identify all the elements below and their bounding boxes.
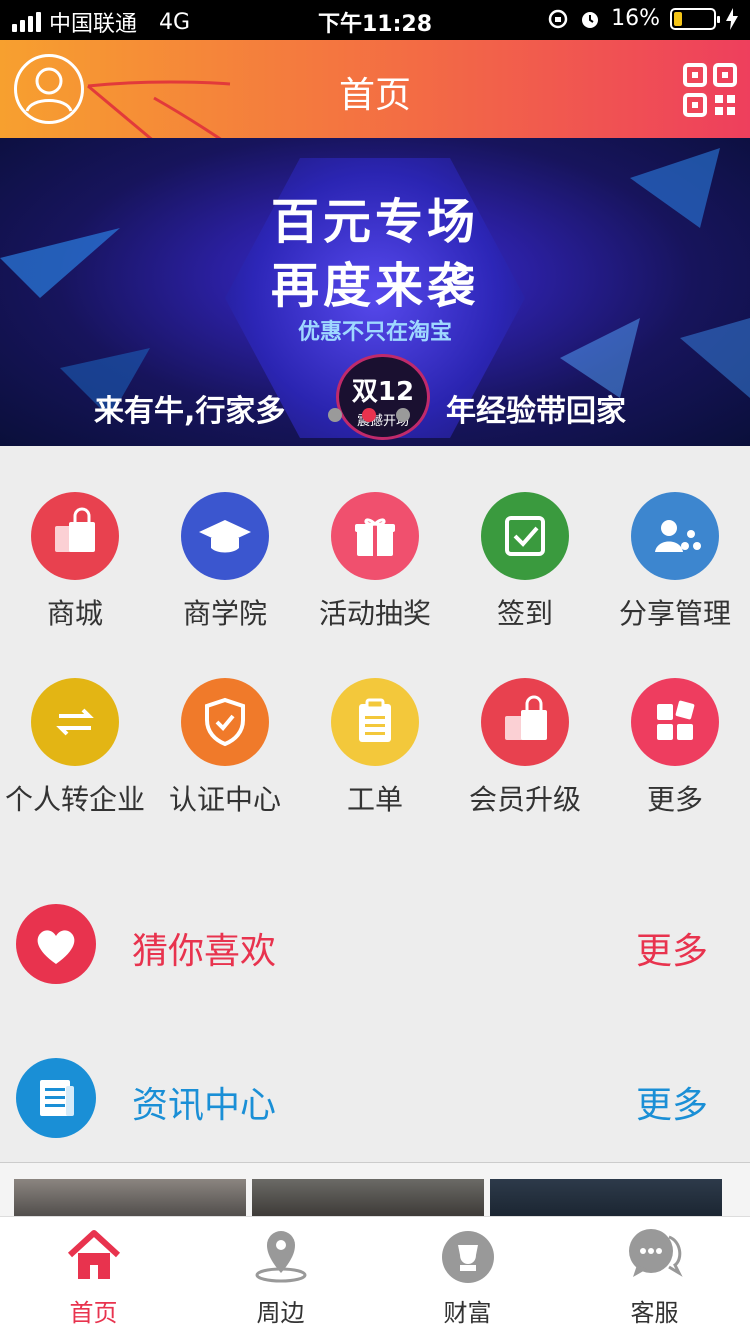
- transfer-arrows-icon: [31, 678, 119, 766]
- grid-label: 会员升级: [468, 783, 581, 816]
- grid-item-personal-to-enterprise[interactable]: 个人转企业: [0, 678, 150, 818]
- news-thumbnail[interactable]: [14, 1179, 246, 1219]
- alarm-icon: [582, 11, 599, 28]
- wealth-icon: [438, 1225, 498, 1285]
- grid-label: 个人转企业: [4, 783, 145, 816]
- section-title: 资讯中心: [132, 1085, 277, 1126]
- gift-icon: [331, 492, 419, 580]
- news-icon: [16, 1058, 96, 1138]
- carousel-dot-2[interactable]: [362, 408, 376, 422]
- checkbox-icon: [481, 492, 569, 580]
- news-thumbnail[interactable]: [252, 1179, 484, 1219]
- rotation-lock-icon: [548, 9, 568, 28]
- section-guess-you-like: 猜你喜欢 更多: [0, 876, 750, 1016]
- promo-banner[interactable]: 百元专场 再度来袭 优惠不只在淘宝 来有牛,行家多 双12 震撼开场 年经验带回…: [0, 138, 750, 446]
- shield-check-icon: [181, 678, 269, 766]
- grid-label: 商学院: [182, 597, 267, 630]
- grid-label: 分享管理: [618, 597, 731, 630]
- banner-line3: 优惠不只在淘宝: [297, 320, 452, 345]
- grid-label: 更多: [646, 783, 703, 816]
- tab-label: 首页: [69, 1299, 118, 1327]
- carousel-dot-3[interactable]: [396, 408, 410, 422]
- tab-wealth[interactable]: 财富: [374, 1217, 561, 1334]
- banner-line1: 百元专场: [270, 194, 479, 250]
- charging-icon: [726, 7, 738, 30]
- tab-home[interactable]: 首页: [0, 1217, 187, 1334]
- home-icon: [64, 1225, 124, 1285]
- grid-label: 商城: [46, 597, 103, 630]
- grid-item-lottery[interactable]: 活动抽奖: [300, 492, 450, 632]
- news-thumbnail[interactable]: [490, 1179, 722, 1219]
- carousel-dot-1[interactable]: [328, 408, 342, 422]
- location-pin-icon: [251, 1225, 311, 1285]
- banner-slogan-left: 来有牛,行家多: [94, 394, 286, 429]
- battery-icon: [670, 7, 720, 30]
- grid-label: 工单: [346, 783, 403, 816]
- badge-title: 双12: [351, 377, 415, 407]
- tab-customer-service[interactable]: 客服: [561, 1217, 748, 1334]
- section-news-center: 资讯中心 更多: [0, 1030, 750, 1170]
- qr-code-icon[interactable]: [682, 62, 738, 118]
- grid-item-certification[interactable]: 认证中心: [150, 678, 300, 818]
- grid-item-member-upgrade[interactable]: 会员升级: [450, 678, 600, 818]
- header-bar: 首页: [0, 40, 750, 234]
- shopping-bag-icon: [31, 492, 119, 580]
- tab-label: 周边: [256, 1299, 305, 1327]
- section-more-link[interactable]: 更多: [636, 922, 708, 974]
- chat-bubble-icon: [625, 1225, 685, 1285]
- badge-subtitle: 震撼开场: [356, 414, 409, 429]
- grid-more-icon: [631, 678, 719, 766]
- banner-line2: 再度来袭: [270, 258, 479, 314]
- grid-item-work-order[interactable]: 工单: [300, 678, 450, 818]
- grid-label: 认证中心: [168, 783, 281, 816]
- clipboard-icon: [331, 678, 419, 766]
- grid-item-share-manage[interactable]: 分享管理: [600, 492, 750, 632]
- grid-item-more[interactable]: 更多: [600, 678, 750, 818]
- grid-item-academy[interactable]: 商学院: [150, 492, 300, 632]
- bottom-tab-bar: 首页 周边 财富 客服: [0, 1216, 750, 1334]
- graduation-cap-icon: [181, 492, 269, 580]
- shopping-bags-icon: [481, 678, 569, 766]
- tab-label: 财富: [443, 1299, 492, 1327]
- section-title: 猜你喜欢: [132, 931, 277, 972]
- tab-nearby[interactable]: 周边: [187, 1217, 374, 1334]
- status-bar: 中国联通 4G 下午11:28 16%: [0, 0, 750, 40]
- heart-icon: [16, 904, 96, 984]
- grid-item-mall[interactable]: 商城: [0, 492, 150, 632]
- tab-label: 客服: [630, 1299, 679, 1327]
- status-right: 16%: [547, 6, 738, 31]
- share-user-icon: [631, 492, 719, 580]
- news-thumbnails: [0, 1162, 750, 1219]
- grid-label: 签到: [496, 597, 553, 630]
- battery-percent: 16%: [611, 6, 660, 31]
- banner-slogan-right: 年经验带回家: [446, 394, 626, 429]
- grid-item-checkin[interactable]: 签到: [450, 492, 600, 632]
- banner-badge: 双12 震撼开场: [336, 354, 430, 440]
- grid-label: 活动抽奖: [318, 597, 431, 630]
- section-more-link[interactable]: 更多: [636, 1076, 708, 1128]
